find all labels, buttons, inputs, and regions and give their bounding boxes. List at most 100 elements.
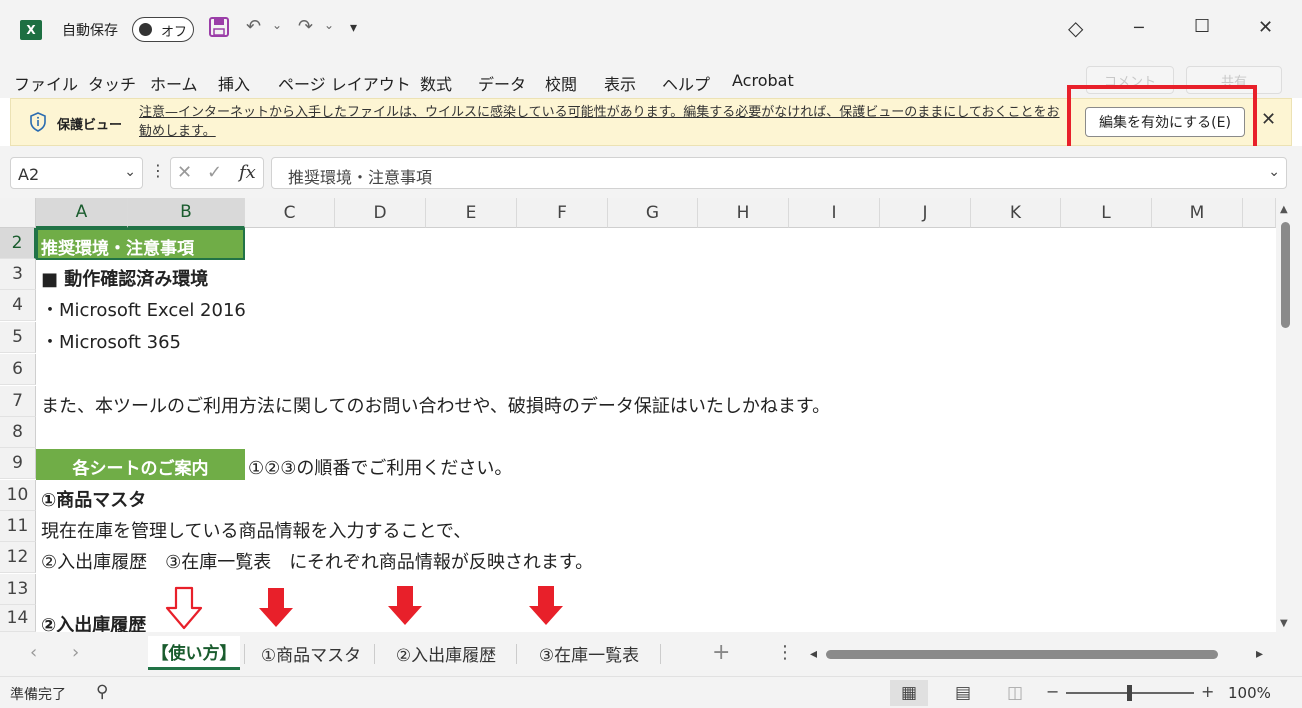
- tab-home[interactable]: ホーム: [150, 71, 198, 95]
- accessibility-icon[interactable]: ⚲: [96, 682, 108, 702]
- cell-a11[interactable]: 現在在庫を管理している商品情報を入力することで、: [41, 517, 471, 543]
- scroll-left-icon[interactable]: ◂: [810, 646, 817, 662]
- column-header-d[interactable]: D: [335, 198, 426, 228]
- page-break-view-icon[interactable]: ◫: [996, 680, 1034, 706]
- tab-help[interactable]: ヘルプ: [662, 71, 710, 95]
- tab-touch[interactable]: タッチ: [88, 71, 136, 95]
- redo-icon[interactable]: ↷: [298, 16, 313, 37]
- sheet-tab-product-master[interactable]: ①商品マスタ: [250, 636, 372, 670]
- expand-formula-icon[interactable]: ⌄: [1268, 164, 1280, 180]
- minimize-icon[interactable]: ─: [1134, 18, 1144, 37]
- column-header-j[interactable]: J: [880, 198, 971, 228]
- row-header-11[interactable]: 11: [0, 511, 36, 542]
- cell-a4[interactable]: ・Microsoft Excel 2016: [41, 296, 246, 322]
- status-bar: 準備完了 ⚲ ▦ ▤ ◫ − + 100%: [0, 676, 1302, 708]
- sheet-tab-bar: ‹ › 【使い方】 ①商品マスタ ②入出庫履歴 ③在庫一覧表 + ⋮ ◂ ▸: [0, 632, 1302, 676]
- tab-page-layout[interactable]: ページ レイアウト: [278, 71, 411, 95]
- scroll-down-icon[interactable]: ▼: [1280, 618, 1288, 629]
- column-header-l[interactable]: L: [1061, 198, 1152, 228]
- autosave-toggle[interactable]: オフ: [132, 17, 194, 42]
- cancel-icon[interactable]: ✕: [177, 162, 192, 183]
- tab-review[interactable]: 校閲: [545, 71, 577, 95]
- tab-view[interactable]: 表示: [604, 71, 636, 95]
- status-text: 準備完了: [10, 687, 66, 703]
- fx-icon[interactable]: fx: [239, 162, 256, 183]
- column-header-f[interactable]: F: [517, 198, 608, 228]
- tab-formulas[interactable]: 数式: [420, 71, 452, 95]
- row-header-5[interactable]: 5: [0, 322, 36, 353]
- scroll-right-icon[interactable]: ▸: [1256, 646, 1263, 662]
- arrow-down-icon: [387, 586, 423, 630]
- sheet-tab-inventory-list[interactable]: ③在庫一覧表: [522, 636, 656, 670]
- row-header-9[interactable]: 9: [0, 448, 36, 479]
- zoom-level[interactable]: 100%: [1228, 684, 1271, 702]
- maximize-icon[interactable]: ☐: [1194, 16, 1210, 37]
- sheet-tab-inout-history[interactable]: ②入出庫履歴: [380, 636, 512, 670]
- cell-c9[interactable]: ①②③の順番でご利用ください。: [248, 454, 512, 480]
- shield-icon: [29, 112, 47, 132]
- cell-a7[interactable]: また、本ツールのご利用方法に関してのお問い合わせや、破損時のデータ保証はいたしか…: [41, 392, 830, 418]
- diamond-icon[interactable]: ◇: [1068, 16, 1083, 40]
- worksheet-grid[interactable]: A B C D E F G H I J K L M 2 3 4 5 6 7 8 …: [0, 198, 1302, 636]
- protected-view-message[interactable]: 注意—インターネットから入手したファイルは、ウイルスに感染している可能性がありま…: [139, 103, 1069, 141]
- sheet-tab-howto[interactable]: 【使い方】: [148, 636, 240, 670]
- zoom-in-icon[interactable]: +: [1201, 682, 1214, 701]
- select-all-corner[interactable]: [0, 198, 36, 228]
- vertical-scroll-thumb[interactable]: [1281, 222, 1290, 328]
- close-icon[interactable]: ✕: [1258, 17, 1273, 38]
- more-options-icon[interactable]: ⋮: [776, 642, 794, 663]
- chevron-down-icon[interactable]: ⌄: [124, 164, 136, 180]
- row-header-6[interactable]: 6: [0, 354, 36, 385]
- tab-file[interactable]: ファイル: [14, 71, 78, 95]
- scroll-up-icon[interactable]: ▲: [1280, 204, 1288, 215]
- tab-separator: [660, 644, 661, 664]
- excel-logo-icon: X: [20, 20, 42, 40]
- row-header-14[interactable]: 14: [0, 605, 36, 632]
- row-header-13[interactable]: 13: [0, 574, 36, 605]
- more-options-icon[interactable]: ⋮: [150, 161, 166, 180]
- close-protected-bar-icon[interactable]: ✕: [1261, 109, 1276, 130]
- enter-icon[interactable]: ✓: [207, 162, 222, 183]
- formula-input[interactable]: 推奨環境・注意事項 ⌄: [271, 157, 1287, 189]
- column-header-a[interactable]: A: [36, 198, 128, 228]
- tab-insert[interactable]: 挿入: [218, 71, 250, 95]
- row-header-10[interactable]: 10: [0, 480, 36, 511]
- tab-data[interactable]: データ: [478, 71, 526, 95]
- column-header-k[interactable]: K: [971, 198, 1061, 228]
- zoom-slider-thumb[interactable]: [1127, 685, 1132, 701]
- redo-dropdown-icon[interactable]: ⌄: [324, 18, 334, 32]
- row-header-3[interactable]: 3: [0, 259, 36, 290]
- horizontal-scroll-thumb[interactable]: [826, 650, 1218, 659]
- formula-value: 推奨環境・注意事項: [288, 168, 433, 187]
- column-header-g[interactable]: G: [608, 198, 698, 228]
- cell-a3[interactable]: ■ 動作確認済み環境: [41, 265, 208, 291]
- normal-view-icon[interactable]: ▦: [890, 680, 928, 706]
- cell-a9[interactable]: 各シートのご案内: [36, 449, 245, 480]
- cell-a12[interactable]: ②入出庫履歴 ③在庫一覧表 にそれぞれ商品情報が反映されます。: [41, 548, 593, 574]
- column-header-b[interactable]: B: [128, 198, 245, 228]
- undo-icon[interactable]: ↶: [246, 16, 261, 37]
- zoom-out-icon[interactable]: −: [1046, 682, 1059, 701]
- save-icon[interactable]: [208, 16, 230, 43]
- row-header-8[interactable]: 8: [0, 417, 36, 448]
- tab-acrobat[interactable]: Acrobat: [732, 71, 794, 90]
- cell-a5[interactable]: ・Microsoft 365: [41, 328, 181, 354]
- row-header-7[interactable]: 7: [0, 386, 36, 417]
- row-header-12[interactable]: 12: [0, 542, 36, 573]
- customize-toolbar-icon[interactable]: ▾: [350, 20, 357, 36]
- column-header-n-partial[interactable]: [1243, 198, 1276, 228]
- previous-sheet-icon[interactable]: ‹: [30, 642, 37, 663]
- column-header-e[interactable]: E: [426, 198, 517, 228]
- name-box[interactable]: A2 ⌄: [10, 157, 143, 189]
- column-header-c[interactable]: C: [245, 198, 335, 228]
- page-layout-view-icon[interactable]: ▤: [944, 680, 982, 706]
- column-header-h[interactable]: H: [698, 198, 789, 228]
- next-sheet-icon[interactable]: ›: [72, 642, 79, 663]
- undo-dropdown-icon[interactable]: ⌄: [272, 18, 282, 32]
- column-header-m[interactable]: M: [1152, 198, 1243, 228]
- row-header-2[interactable]: 2: [0, 228, 36, 259]
- cell-a10[interactable]: ①商品マスタ: [41, 486, 146, 512]
- column-header-i[interactable]: I: [789, 198, 880, 228]
- row-header-4[interactable]: 4: [0, 290, 36, 321]
- add-sheet-icon[interactable]: +: [712, 640, 730, 665]
